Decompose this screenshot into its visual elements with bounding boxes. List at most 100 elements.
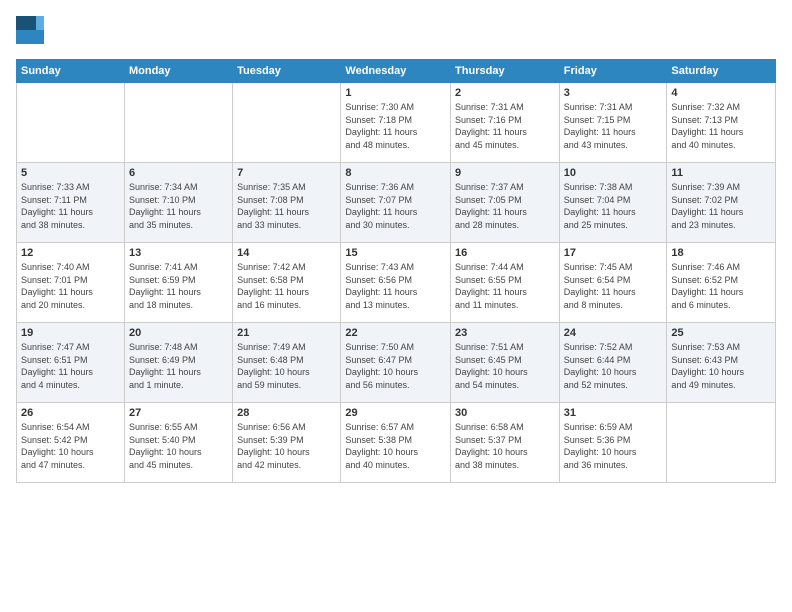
day-number: 5 [21,167,120,179]
day-number: 29 [345,407,446,419]
calendar-cell: 5 Sunrise: 7:33 AM Sunset: 7:11 PM Daylig… [17,163,125,243]
day-info: Sunrise: 7:31 AM Sunset: 7:15 PM Dayligh… [564,101,663,151]
day-info: Sunrise: 7:51 AM Sunset: 6:45 PM Dayligh… [455,341,555,391]
calendar-cell: 6 Sunrise: 7:34 AM Sunset: 7:10 PM Daylig… [124,163,232,243]
day-info: Sunrise: 7:35 AM Sunset: 7:08 PM Dayligh… [237,181,336,231]
calendar-cell: 22 Sunrise: 7:50 AM Sunset: 6:47 PM Dayli… [341,323,451,403]
day-info: Sunrise: 7:46 AM Sunset: 6:52 PM Dayligh… [671,261,771,311]
day-info: Sunrise: 7:52 AM Sunset: 6:44 PM Dayligh… [564,341,663,391]
day-number: 17 [564,247,663,259]
calendar-cell: 2Sunrise: 7:31 AM Sunset: 7:16 PM Daylig… [451,83,560,163]
calendar-cell: 7 Sunrise: 7:35 AM Sunset: 7:08 PM Daylig… [233,163,341,243]
day-info: Sunrise: 7:48 AM Sunset: 6:49 PM Dayligh… [129,341,228,391]
day-info: Sunrise: 7:36 AM Sunset: 7:07 PM Dayligh… [345,181,446,231]
day-number: 26 [21,407,120,419]
day-info: Sunrise: 7:30 AM Sunset: 7:18 PM Dayligh… [345,101,446,151]
calendar-cell: 11 Sunrise: 7:39 AM Sunset: 7:02 PM Dayli… [667,163,776,243]
day-number: 23 [455,327,555,339]
day-number: 11 [671,167,771,179]
day-info: Sunrise: 7:53 AM Sunset: 6:43 PM Dayligh… [671,341,771,391]
day-number: 1 [345,87,446,99]
day-number: 22 [345,327,446,339]
day-number: 14 [237,247,336,259]
calendar-cell [233,83,341,163]
day-number: 31 [564,407,663,419]
day-number: 19 [21,327,120,339]
calendar-cell: 10 Sunrise: 7:38 AM Sunset: 7:04 PM Dayli… [559,163,667,243]
day-number: 25 [671,327,771,339]
calendar-cell: 14 Sunrise: 7:42 AM Sunset: 6:58 PM Dayli… [233,243,341,323]
calendar-cell: 18Sunrise: 7:46 AM Sunset: 6:52 PM Dayli… [667,243,776,323]
weekday-header-tuesday: Tuesday [233,60,341,83]
day-number: 9 [455,167,555,179]
calendar-cell: 12 Sunrise: 7:40 AM Sunset: 7:01 PM Dayli… [17,243,125,323]
day-number: 28 [237,407,336,419]
day-number: 10 [564,167,663,179]
day-info: Sunrise: 7:41 AM Sunset: 6:59 PM Dayligh… [129,261,228,311]
day-info: Sunrise: 7:42 AM Sunset: 6:58 PM Dayligh… [237,261,336,311]
weekday-header-sunday: Sunday [17,60,125,83]
day-number: 16 [455,247,555,259]
day-info: Sunrise: 7:34 AM Sunset: 7:10 PM Dayligh… [129,181,228,231]
day-number: 4 [671,87,771,99]
day-info: Sunrise: 7:40 AM Sunset: 7:01 PM Dayligh… [21,261,120,311]
day-number: 6 [129,167,228,179]
day-info: Sunrise: 6:56 AM Sunset: 5:39 PM Dayligh… [237,421,336,471]
week-row-1: 5 Sunrise: 7:33 AM Sunset: 7:11 PM Daylig… [17,163,776,243]
day-number: 7 [237,167,336,179]
logo-icon [16,16,44,44]
day-number: 12 [21,247,120,259]
day-number: 27 [129,407,228,419]
logo [16,16,48,49]
day-info: Sunrise: 7:50 AM Sunset: 6:47 PM Dayligh… [345,341,446,391]
calendar-cell: 8 Sunrise: 7:36 AM Sunset: 7:07 PM Daylig… [341,163,451,243]
calendar-cell: 21 Sunrise: 7:49 AM Sunset: 6:48 PM Dayli… [233,323,341,403]
day-info: Sunrise: 7:33 AM Sunset: 7:11 PM Dayligh… [21,181,120,231]
week-row-3: 19Sunrise: 7:47 AM Sunset: 6:51 PM Dayli… [17,323,776,403]
calendar-cell: 23 Sunrise: 7:51 AM Sunset: 6:45 PM Dayli… [451,323,560,403]
weekday-header-friday: Friday [559,60,667,83]
day-info: Sunrise: 7:43 AM Sunset: 6:56 PM Dayligh… [345,261,446,311]
day-info: Sunrise: 7:39 AM Sunset: 7:02 PM Dayligh… [671,181,771,231]
calendar-cell: 13 Sunrise: 7:41 AM Sunset: 6:59 PM Dayli… [124,243,232,323]
calendar-cell: 20Sunrise: 7:48 AM Sunset: 6:49 PM Dayli… [124,323,232,403]
day-number: 13 [129,247,228,259]
day-number: 24 [564,327,663,339]
calendar-cell: 25 Sunrise: 7:53 AM Sunset: 6:43 PM Dayli… [667,323,776,403]
day-info: Sunrise: 7:44 AM Sunset: 6:55 PM Dayligh… [455,261,555,311]
calendar-cell [124,83,232,163]
day-info: Sunrise: 6:55 AM Sunset: 5:40 PM Dayligh… [129,421,228,471]
calendar-cell: 4 Sunrise: 7:32 AM Sunset: 7:13 PM Daylig… [667,83,776,163]
calendar-cell: 1 Sunrise: 7:30 AM Sunset: 7:18 PM Daylig… [341,83,451,163]
day-info: Sunrise: 7:49 AM Sunset: 6:48 PM Dayligh… [237,341,336,391]
day-info: Sunrise: 6:54 AM Sunset: 5:42 PM Dayligh… [21,421,120,471]
calendar-cell: 17Sunrise: 7:45 AM Sunset: 6:54 PM Dayli… [559,243,667,323]
day-info: Sunrise: 6:57 AM Sunset: 5:38 PM Dayligh… [345,421,446,471]
calendar-cell: 15 Sunrise: 7:43 AM Sunset: 6:56 PM Dayli… [341,243,451,323]
week-row-4: 26 Sunrise: 6:54 AM Sunset: 5:42 PM Dayli… [17,403,776,483]
weekday-header-saturday: Saturday [667,60,776,83]
weekday-header-thursday: Thursday [451,60,560,83]
calendar-cell: 28 Sunrise: 6:56 AM Sunset: 5:39 PM Dayli… [233,403,341,483]
header [16,16,776,49]
day-number: 21 [237,327,336,339]
page: SundayMondayTuesdayWednesdayThursdayFrid… [0,0,792,612]
weekday-header-wednesday: Wednesday [341,60,451,83]
day-number: 15 [345,247,446,259]
day-number: 2 [455,87,555,99]
week-row-2: 12 Sunrise: 7:40 AM Sunset: 7:01 PM Dayli… [17,243,776,323]
calendar-cell: 9 Sunrise: 7:37 AM Sunset: 7:05 PM Daylig… [451,163,560,243]
calendar-cell [17,83,125,163]
day-info: Sunrise: 7:37 AM Sunset: 7:05 PM Dayligh… [455,181,555,231]
day-number: 8 [345,167,446,179]
calendar-cell: 19Sunrise: 7:47 AM Sunset: 6:51 PM Dayli… [17,323,125,403]
weekday-header-monday: Monday [124,60,232,83]
calendar-cell: 30Sunrise: 6:58 AM Sunset: 5:37 PM Dayli… [451,403,560,483]
day-info: Sunrise: 6:59 AM Sunset: 5:36 PM Dayligh… [564,421,663,471]
calendar-cell: 27 Sunrise: 6:55 AM Sunset: 5:40 PM Dayli… [124,403,232,483]
day-info: Sunrise: 6:58 AM Sunset: 5:37 PM Dayligh… [455,421,555,471]
day-info: Sunrise: 7:32 AM Sunset: 7:13 PM Dayligh… [671,101,771,151]
day-info: Sunrise: 7:38 AM Sunset: 7:04 PM Dayligh… [564,181,663,231]
calendar-cell: 31 Sunrise: 6:59 AM Sunset: 5:36 PM Dayli… [559,403,667,483]
calendar-cell [667,403,776,483]
